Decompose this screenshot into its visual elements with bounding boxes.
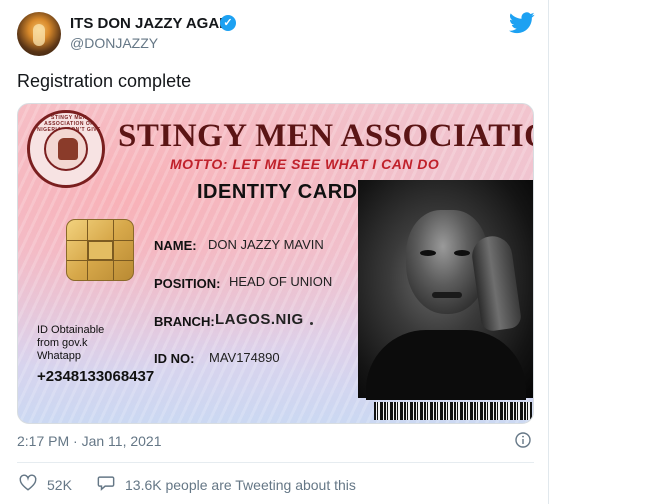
side-note-line: ID Obtainable [37,324,105,336]
twitter-bird-icon[interactable] [509,12,535,34]
name-label: NAME: [154,238,197,253]
info-icon[interactable] [515,432,531,448]
like-count[interactable]: 52K [47,477,72,493]
reply-bubble-icon[interactable] [97,474,115,492]
tweet-media-id-card[interactable]: STINGY MEN ASSOCIATION OF NIGERIA · DON'… [17,103,534,424]
verified-badge-icon: ✓ [220,15,236,31]
identity-card-title: IDENTITY CARD [197,181,358,203]
position-label: POSITION: [154,276,221,291]
author-handle[interactable]: @DONJAZZY [70,35,158,51]
stray-dot [310,322,313,325]
branch-value: LAGOS.NIG [215,311,304,328]
divider [17,462,534,463]
tweet-text: Registration complete [17,71,192,91]
name-value: DON JAZZY MAVIN [208,237,324,252]
id-number-value: MAV174890 [209,350,280,365]
position-value: HEAD OF UNION [229,274,333,289]
contact-phone: +2348133068437 [37,368,155,385]
side-note-line: from gov.k [37,337,88,349]
tweet-timestamp[interactable]: 2:17 PM · Jan 11, 2021 [17,433,162,449]
member-photo [358,180,533,400]
heart-icon[interactable] [19,474,37,492]
branch-label: BRANCH: [154,314,215,329]
raised-fist-icon [58,138,78,160]
association-motto: MOTTO: LET ME SEE WHAT I CAN DO [170,156,440,172]
side-note-line: Whatapp [37,350,82,362]
author-display-name[interactable]: ITS DON JAZZY AGAIN [70,15,234,32]
tweet-card: ITS DON JAZZY AGAIN ✓ @DONJAZZY Registra… [0,0,549,504]
people-tweeting-link[interactable]: 13.6K people are Tweeting about this [125,477,356,493]
author-avatar[interactable] [17,12,61,56]
association-seal-icon: STINGY MEN ASSOCIATION OF NIGERIA · DON'… [27,110,105,188]
association-name: STINGY MEN ASSOCIATION [118,118,534,154]
barcode-icon [374,402,532,420]
id-obtainable-note: ID Obtainable from gov.k Whatapp [37,324,104,363]
sim-chip-icon [66,219,134,281]
id-number-label: ID NO: [154,351,195,366]
